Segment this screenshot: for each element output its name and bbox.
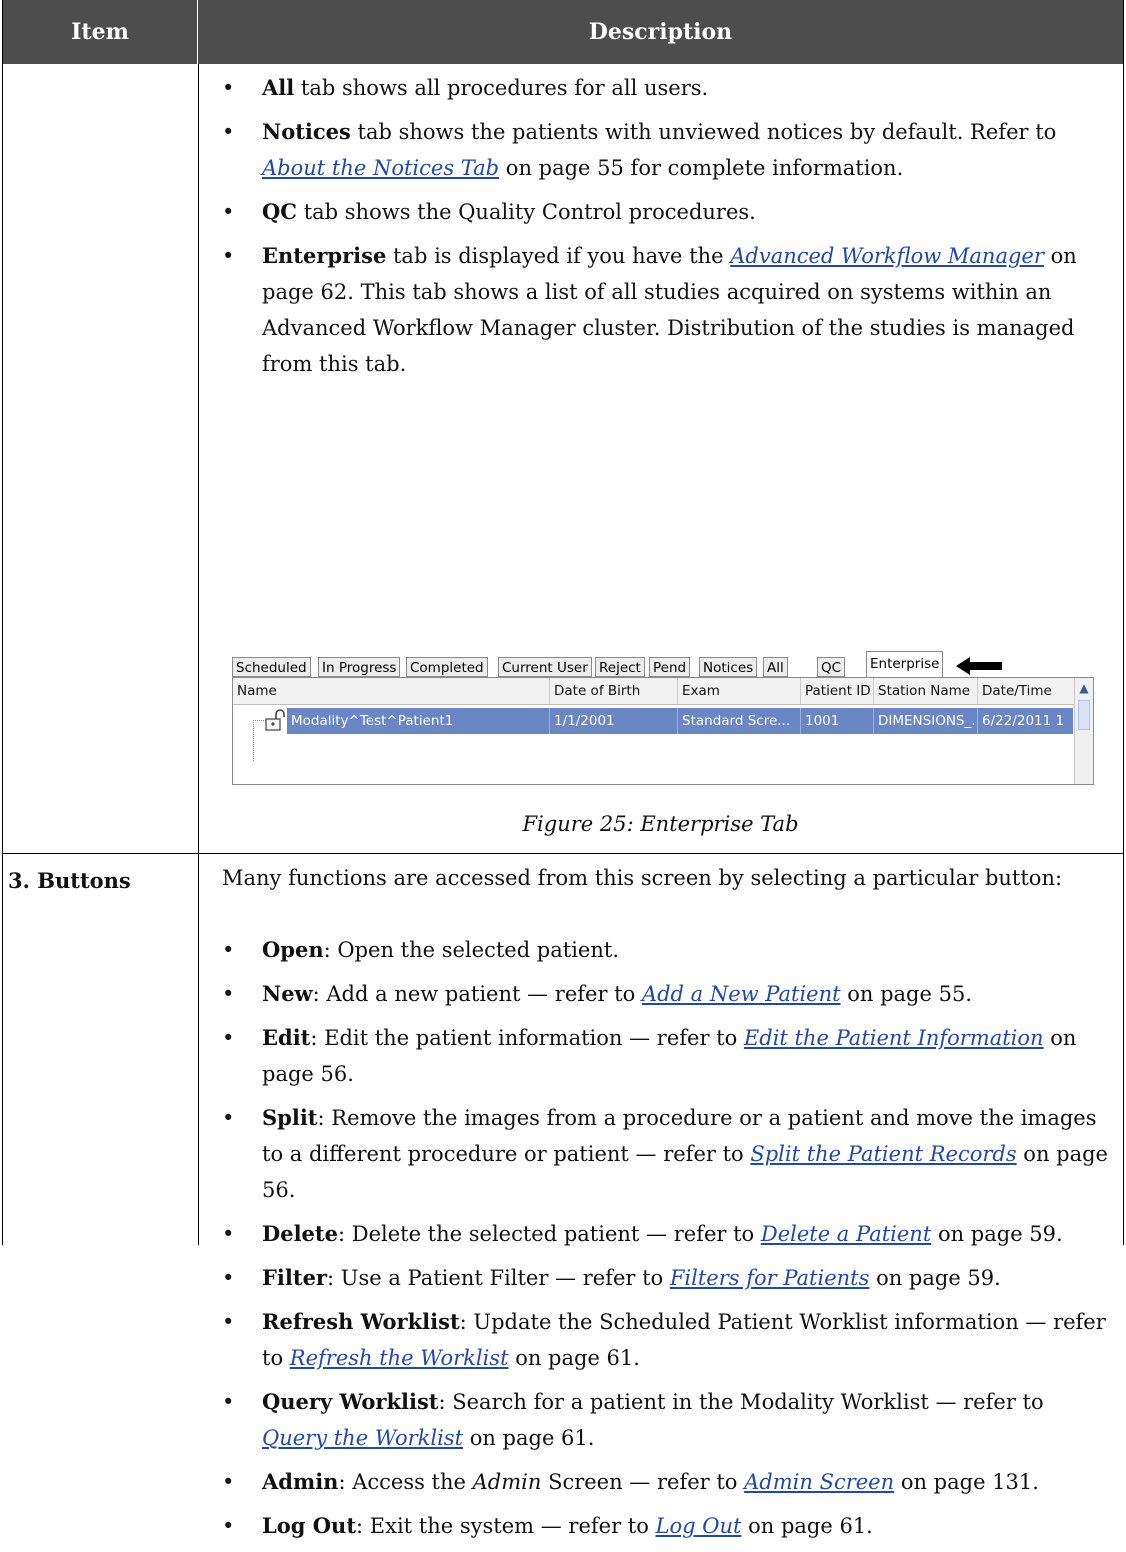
buttons-intro: Many functions are accessed from this sc…: [222, 866, 1063, 890]
col-exam[interactable]: Exam: [678, 678, 801, 704]
tab-bar: Scheduled In Progress Completed Current …: [232, 651, 1102, 677]
lock-open-icon: [265, 709, 285, 731]
enterprise-tab-screenshot: Scheduled In Progress Completed Current …: [232, 651, 1102, 785]
column-divider: [198, 64, 199, 1245]
tab-current-user[interactable]: Current User: [498, 657, 592, 677]
tab-reject[interactable]: Reject: [595, 657, 645, 677]
list-item: Refresh Worklist: Update the Scheduled P…: [222, 1304, 1112, 1376]
link-add-new-patient[interactable]: Add a New Patient: [642, 982, 841, 1006]
link-query-worklist[interactable]: Query the Worklist: [262, 1426, 463, 1450]
list-item: Filter: Use a Patient Filter — refer to …: [222, 1260, 1112, 1296]
row-label-buttons: 3. Buttons: [8, 868, 131, 893]
chevron-up-icon[interactable]: ▲: [1077, 682, 1091, 694]
list-item: Split: Remove the images from a procedur…: [222, 1100, 1112, 1208]
tab-scheduled[interactable]: Scheduled: [232, 657, 311, 677]
tab-all[interactable]: All: [763, 657, 788, 677]
scroll-thumb[interactable]: [1078, 700, 1090, 730]
row-divider: [3, 853, 1123, 854]
figure-caption: Figure 25: Enterprise Tab: [522, 812, 799, 836]
col-name[interactable]: Name: [233, 678, 550, 704]
tab-pend[interactable]: Pend: [649, 657, 691, 677]
cell-date-of-birth: 1/1/2001: [550, 708, 678, 734]
link-log-out[interactable]: Log Out: [656, 1514, 742, 1538]
link-edit-patient-information[interactable]: Edit the Patient Information: [744, 1026, 1044, 1050]
list-item: QC tab shows the Quality Control procedu…: [222, 194, 1112, 230]
link-about-notices-tab[interactable]: About the Notices Tab: [262, 156, 499, 180]
header-item: Item: [3, 0, 198, 64]
link-filters-for-patients[interactable]: Filters for Patients: [670, 1266, 870, 1290]
table-header: Item Description: [3, 0, 1123, 64]
buttons-bullet-list: Open: Open the selected patient. New: Ad…: [222, 932, 1112, 1552]
link-split-patient-records[interactable]: Split the Patient Records: [750, 1142, 1016, 1166]
col-patient-id[interactable]: Patient ID: [801, 678, 874, 704]
header-description: Description: [588, 19, 733, 45]
tabs-bullet-list: All tab shows all procedures for all use…: [222, 70, 1112, 390]
link-admin-screen[interactable]: Admin Screen: [744, 1470, 894, 1494]
list-item: Log Out: Exit the system — refer to Log …: [222, 1508, 1112, 1544]
col-date-time[interactable]: Date/Time: [978, 678, 1076, 704]
col-station-name[interactable]: Station Name: [874, 678, 978, 704]
link-delete-patient[interactable]: Delete a Patient: [761, 1222, 931, 1246]
arrow-left-icon: [956, 657, 1002, 675]
list-item: New: Add a new patient — refer to Add a …: [222, 976, 1112, 1012]
list-item: Query Worklist: Search for a patient in …: [222, 1384, 1112, 1456]
link-advanced-workflow-manager[interactable]: Advanced Workflow Manager: [730, 244, 1044, 268]
list-item: Notices tab shows the patients with unvi…: [222, 114, 1112, 186]
tab-qc[interactable]: QC: [817, 657, 846, 677]
cell-exam: Standard Scre...: [678, 708, 801, 734]
list-item: Admin: Access the Admin Screen — refer t…: [222, 1464, 1112, 1500]
vertical-scrollbar[interactable]: ▲: [1074, 678, 1093, 784]
list-item: Edit: Edit the patient information — ref…: [222, 1020, 1112, 1092]
cell-patient-id: 1001: [801, 708, 874, 734]
patient-grid: Name Date of Birth Exam Patient ID Stati…: [232, 677, 1094, 785]
list-item: Open: Open the selected patient.: [222, 932, 1112, 968]
col-date-of-birth[interactable]: Date of Birth: [550, 678, 678, 704]
tab-notices[interactable]: Notices: [699, 657, 758, 677]
grid-header: Name Date of Birth Exam Patient ID Stati…: [233, 678, 1093, 705]
tab-completed[interactable]: Completed: [406, 657, 488, 677]
list-item: Delete: Delete the selected patient — re…: [222, 1216, 1112, 1252]
list-item: All tab shows all procedures for all use…: [222, 70, 1112, 106]
cell-station-name: DIMENSIONS_...: [874, 708, 978, 734]
tab-enterprise[interactable]: Enterprise: [866, 651, 944, 677]
tab-in-progress[interactable]: In Progress: [318, 657, 401, 677]
list-item: Enterprise tab is displayed if you have …: [222, 238, 1112, 382]
cell-name: Modality^Test^Patient1: [287, 708, 550, 734]
link-refresh-worklist[interactable]: Refresh the Worklist: [290, 1346, 509, 1370]
cell-date-time: 6/22/2011 1: [978, 708, 1075, 734]
